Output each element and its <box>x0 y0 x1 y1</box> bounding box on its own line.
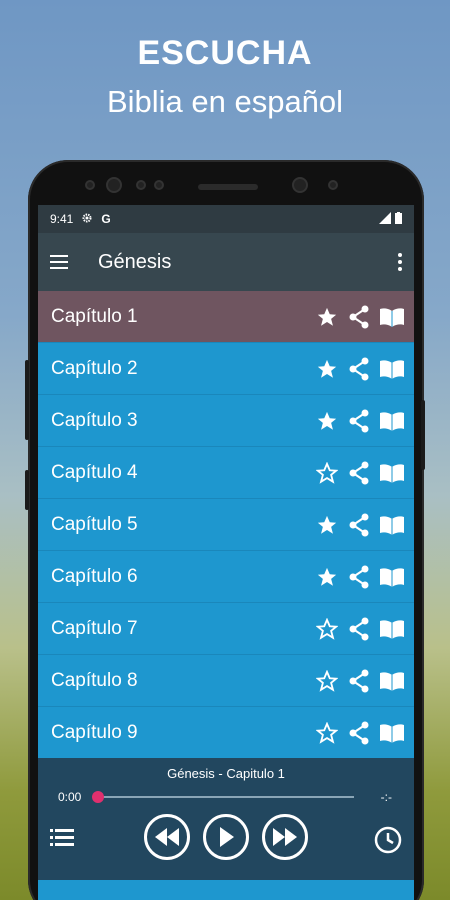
chapter-row[interactable]: Capítulo 7 <box>38 603 414 655</box>
share-icon[interactable] <box>348 565 370 589</box>
front-sensor <box>106 177 122 193</box>
fast-forward-button[interactable] <box>262 814 308 860</box>
rewind-icon <box>155 828 179 846</box>
progress-bar[interactable] <box>96 796 354 798</box>
gear-icon <box>81 212 93 227</box>
status-bar: 9:41 G <box>38 205 414 233</box>
chapter-row[interactable]: Capítulo 5 <box>38 499 414 551</box>
bottom-strip <box>38 880 414 900</box>
chapter-actions <box>316 305 404 329</box>
play-button[interactable] <box>203 814 249 860</box>
star-outline-icon[interactable] <box>316 721 338 744</box>
more-options-icon[interactable] <box>398 250 402 274</box>
front-sensor <box>85 180 95 190</box>
earpiece-speaker <box>198 184 258 190</box>
phone-top-bezel <box>28 174 424 204</box>
app-bar: Génesis <box>38 233 414 291</box>
chapter-label: Capítulo 9 <box>51 721 138 743</box>
chapter-actions <box>316 721 404 745</box>
chapter-row[interactable]: Capítulo 6 <box>38 551 414 603</box>
front-sensor <box>154 180 164 190</box>
signal-icon <box>379 211 391 227</box>
book-icon[interactable] <box>380 411 404 431</box>
sleep-timer-icon[interactable] <box>374 826 402 859</box>
share-icon[interactable] <box>348 513 370 537</box>
share-icon[interactable] <box>348 721 370 745</box>
elapsed-time: 0:00 <box>58 790 82 804</box>
chapter-label: Capítulo 7 <box>51 617 138 639</box>
chapter-label: Capítulo 6 <box>51 565 138 587</box>
share-icon[interactable] <box>348 461 370 485</box>
star-outline-icon[interactable] <box>316 617 338 640</box>
book-icon[interactable] <box>380 567 404 587</box>
rewind-button[interactable] <box>144 814 190 860</box>
star-filled-icon[interactable] <box>316 306 338 328</box>
share-icon[interactable] <box>348 305 370 329</box>
book-icon[interactable] <box>380 515 404 535</box>
chapter-row[interactable]: Capítulo 1 <box>38 291 414 343</box>
star-filled-icon[interactable] <box>316 566 338 588</box>
chapter-label: Capítulo 5 <box>51 513 138 535</box>
status-time: 9:41 <box>50 212 74 226</box>
chapter-row[interactable]: Capítulo 3 <box>38 395 414 447</box>
power-button <box>421 400 425 470</box>
chapter-row[interactable]: Capítulo 8 <box>38 655 414 707</box>
chapter-list: Capítulo 1 Capítulo 2 Capítulo 3 Capítulo 4… <box>38 291 414 759</box>
playlist-icon[interactable] <box>50 828 74 853</box>
star-filled-icon[interactable] <box>316 410 338 432</box>
chapter-actions <box>316 409 404 433</box>
chapter-actions <box>316 617 404 641</box>
remaining-time: -:- <box>380 790 392 804</box>
chapter-row[interactable]: Capítulo 4 <box>38 447 414 499</box>
chapter-label: Capítulo 4 <box>51 461 138 483</box>
chapter-label: Capítulo 8 <box>51 669 138 691</box>
fast-forward-icon <box>273 828 297 846</box>
book-icon[interactable] <box>380 307 404 327</box>
share-icon[interactable] <box>348 617 370 641</box>
chapter-actions <box>316 357 404 381</box>
chapter-row[interactable]: Capítulo 2 <box>38 343 414 395</box>
star-outline-icon[interactable] <box>316 669 338 692</box>
book-icon[interactable] <box>380 359 404 379</box>
book-icon[interactable] <box>380 723 404 743</box>
chapter-actions <box>316 565 404 589</box>
share-icon[interactable] <box>348 357 370 381</box>
star-filled-icon[interactable] <box>316 358 338 380</box>
chapter-row[interactable]: Capítulo 9 <box>38 707 414 759</box>
bixby-button <box>25 470 29 510</box>
star-outline-icon[interactable] <box>316 461 338 484</box>
star-filled-icon[interactable] <box>316 514 338 536</box>
book-icon[interactable] <box>380 463 404 483</box>
chapter-actions <box>316 513 404 537</box>
chapter-label: Capítulo 1 <box>51 305 138 327</box>
promo-subtitle: Biblia en español <box>106 84 344 119</box>
share-icon[interactable] <box>348 409 370 433</box>
promo-title: ESCUCHA <box>137 34 313 72</box>
play-icon <box>220 827 234 847</box>
chapter-actions <box>316 669 404 693</box>
google-icon: G <box>101 212 111 226</box>
now-playing-title: Génesis - Capitulo 1 <box>167 766 285 781</box>
progress-knob[interactable] <box>92 791 104 803</box>
chapter-label: Capítulo 2 <box>51 357 138 379</box>
menu-icon[interactable] <box>50 251 68 273</box>
page-title: Génesis <box>98 250 172 273</box>
app-screen: 9:41 G Génesis Capítulo 1 Capítulo 2 Capít… <box>38 205 414 900</box>
audio-player: Génesis - Capitulo 1 0:00 -:- <box>38 758 414 880</box>
front-camera <box>292 177 308 193</box>
book-icon[interactable] <box>380 619 404 639</box>
book-icon[interactable] <box>380 671 404 691</box>
volume-button <box>25 360 29 440</box>
chapter-actions <box>316 461 404 485</box>
battery-icon <box>395 211 402 227</box>
share-icon[interactable] <box>348 669 370 693</box>
front-sensor <box>328 180 338 190</box>
chapter-label: Capítulo 3 <box>51 409 138 431</box>
front-sensor <box>136 180 146 190</box>
